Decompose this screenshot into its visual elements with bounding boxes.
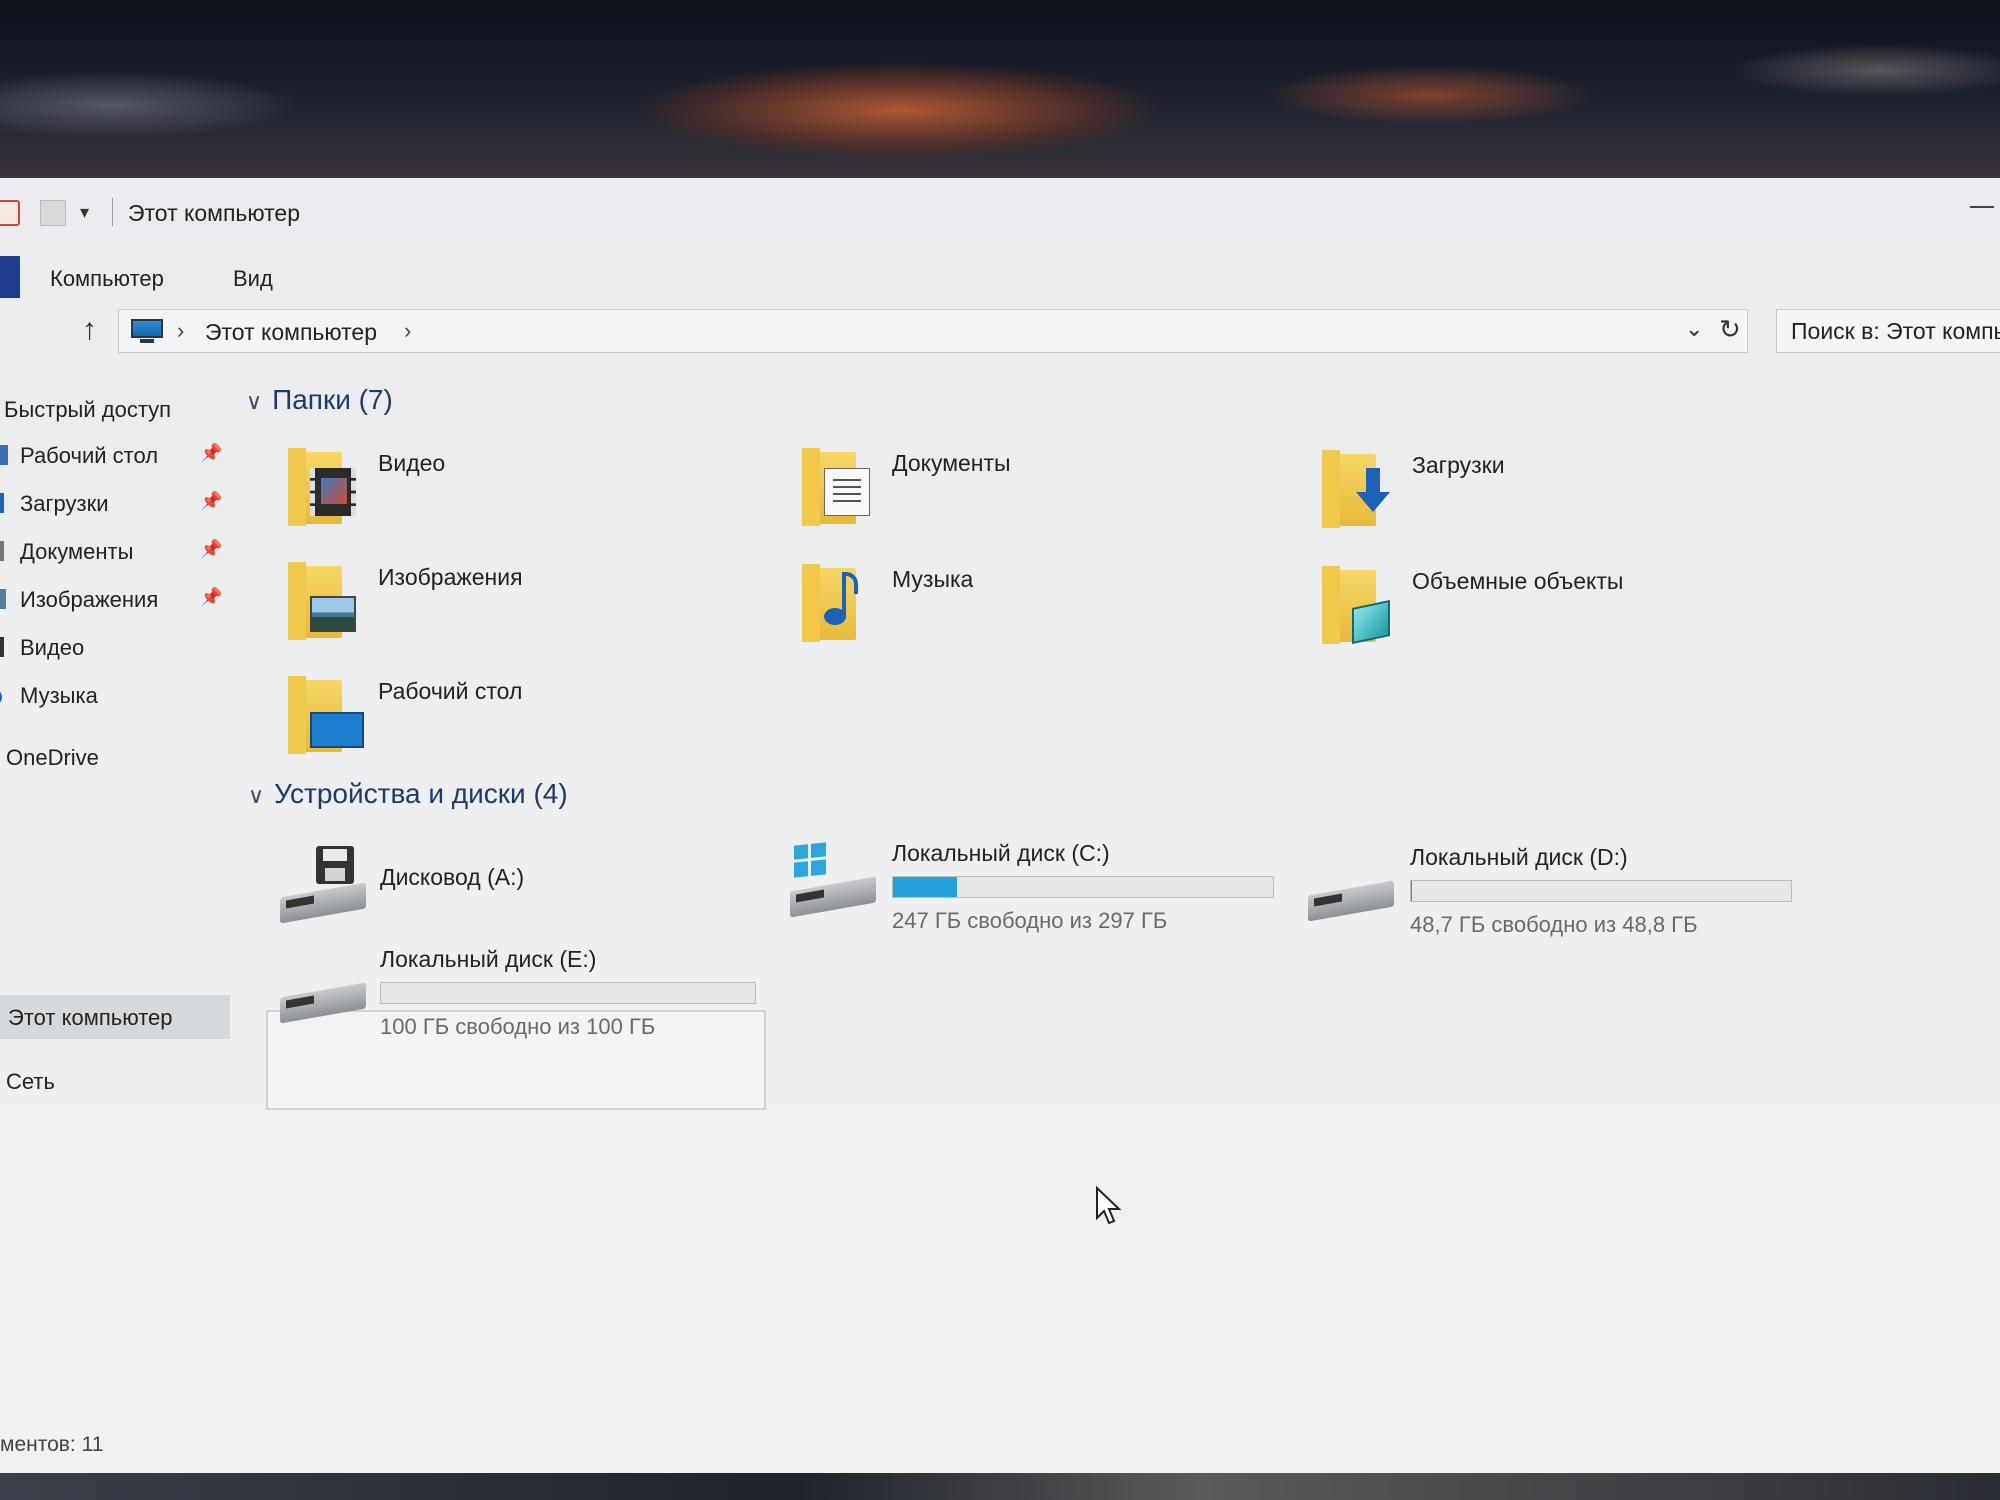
file-explorer-window: ▾ Этот компьютер Компьютер Вид ↑ › Этот … — [0, 178, 2000, 1473]
window-title: Этот компьютер — [128, 200, 300, 226]
address-history-chevron-icon[interactable]: ⌄ — [1685, 316, 1703, 342]
hard-drive-icon — [1308, 880, 1394, 922]
tab-computer[interactable]: Компьютер — [50, 266, 164, 292]
drive-usage-bar — [380, 982, 756, 1004]
folders-group-header[interactable]: ∨ Папки (7) — [246, 384, 393, 416]
sidebar-item-label: Изображения — [20, 587, 159, 612]
desktop-icon — [0, 445, 8, 465]
picture-icon — [0, 589, 6, 609]
floppy-disk-icon — [316, 846, 354, 884]
devices-group-header[interactable]: ∨ Устройства и диски (4) — [248, 778, 568, 810]
sidebar-item-label: Загрузки — [20, 491, 109, 516]
sidebar-quick-access[interactable]: Быстрый доступ — [4, 397, 171, 423]
toolbar-divider — [112, 198, 113, 226]
ribbon-tabs: Компьютер Вид — [0, 248, 2000, 298]
drive-label: Дисковод (A:) — [380, 864, 525, 890]
computer-icon — [131, 319, 163, 343]
folder-label: Объемные объекты — [1412, 568, 1624, 594]
up-arrow-icon[interactable]: ↑ — [82, 313, 97, 347]
music-note-icon — [0, 691, 2, 703]
sidebar-item-label: Видео — [20, 635, 85, 660]
drive-tile-e[interactable]: Локальный диск (E:) 100 ГБ свободно из 1… — [270, 946, 770, 1056]
drive-tile-a[interactable]: Дисковод (A:) — [270, 846, 770, 946]
minimize-button[interactable] — [1970, 206, 1994, 208]
document-icon — [0, 541, 4, 561]
drive-tile-d[interactable]: Локальный диск (D:) 48,7 ГБ свободно из … — [1298, 844, 1818, 954]
title-bar: ▾ Этот компьютер — [0, 178, 2000, 248]
new-folder-icon[interactable] — [40, 200, 66, 226]
navigation-row: ↑ › Этот компьютер › ⌄ ↻ — [0, 303, 2000, 359]
drive-free-space: 48,7 ГБ свободно из 48,8 ГБ — [1410, 912, 1698, 937]
tab-view[interactable]: Вид — [233, 266, 273, 292]
pictures-folder-icon — [288, 560, 360, 640]
breadcrumb-chevron-icon[interactable]: › — [404, 318, 411, 344]
folder-label: Загрузки — [1412, 452, 1505, 478]
customize-toolbar-chevron-icon[interactable]: ▾ — [80, 202, 89, 223]
sidebar-item-onedrive[interactable]: OneDrive — [6, 745, 99, 771]
navigation-pane: Быстрый доступ Рабочий стол 📌 Загрузки 📌… — [0, 373, 240, 1433]
group-title: Устройства и диски (4) — [274, 778, 568, 809]
drive-free-space: 100 ГБ свободно из 100 ГБ — [380, 1014, 656, 1039]
status-bar-item-count: ментов: 11 — [0, 1433, 104, 1456]
chevron-down-icon[interactable]: ∨ — [248, 783, 264, 809]
sidebar-item-network[interactable]: Сеть — [6, 1069, 55, 1095]
search-box[interactable] — [1776, 309, 2000, 353]
search-input[interactable] — [1791, 310, 2000, 352]
group-title: Папки (7) — [272, 384, 393, 415]
drive-usage-bar — [892, 876, 1274, 898]
3d-objects-folder-icon — [1322, 564, 1394, 645]
taskbar-edge — [0, 1473, 2000, 1500]
windows-logo-icon — [794, 842, 826, 878]
sidebar-item-label: Этот компьютер — [8, 1005, 173, 1030]
video-icon — [0, 637, 4, 657]
drive-free-space: 247 ГБ свободно из 297 ГБ — [892, 908, 1168, 933]
chevron-down-icon[interactable]: ∨ — [246, 389, 262, 415]
tab-file[interactable] — [0, 256, 20, 298]
refresh-icon[interactable]: ↻ — [1719, 314, 1741, 345]
sidebar-item-downloads[interactable]: Загрузки 📌 — [0, 483, 230, 523]
downloads-folder-icon — [1322, 448, 1394, 528]
download-icon — [0, 493, 4, 513]
pin-icon: 📌 — [200, 491, 223, 511]
sidebar-item-desktop[interactable]: Рабочий стол 📌 — [0, 435, 230, 475]
folder-label: Видео — [378, 450, 446, 476]
address-bar[interactable]: › Этот компьютер › ⌄ ↻ — [118, 309, 1748, 353]
folder-label: Документы — [892, 450, 1011, 476]
floppy-drive-icon — [280, 882, 366, 924]
drive-usage-bar — [1410, 880, 1792, 902]
sidebar-item-label: Документы — [20, 539, 134, 564]
breadcrumb-this-pc[interactable]: Этот компьютер — [205, 319, 377, 346]
desktop-wallpaper — [0, 0, 2000, 182]
sidebar-item-label: Музыка — [20, 683, 98, 708]
documents-folder-icon — [802, 446, 874, 526]
folder-label: Изображения — [378, 564, 523, 590]
folder-label: Рабочий стол — [378, 678, 523, 704]
sidebar-item-videos[interactable]: Видео — [0, 627, 230, 667]
pin-icon: 📌 — [200, 539, 223, 559]
sidebar-item-label: Рабочий стол — [20, 443, 159, 468]
drive-tile-c[interactable]: Локальный диск (C:) 247 ГБ свободно из 2… — [780, 840, 1280, 950]
drive-label: Локальный диск (E:) — [380, 946, 597, 972]
folder-label: Музыка — [892, 566, 974, 592]
drive-usage-fill — [1411, 881, 1412, 901]
sidebar-item-music[interactable]: Музыка — [0, 675, 230, 715]
breadcrumb-chevron-icon[interactable]: › — [177, 318, 184, 344]
desktop-folder-icon — [288, 674, 364, 754]
properties-icon[interactable] — [0, 200, 20, 226]
sidebar-item-documents[interactable]: Документы 📌 — [0, 531, 230, 571]
pin-icon: 📌 — [200, 587, 223, 607]
video-folder-icon — [288, 446, 360, 526]
drive-usage-fill — [893, 877, 957, 897]
sidebar-item-pictures[interactable]: Изображения 📌 — [0, 579, 230, 619]
drive-label: Локальный диск (C:) — [892, 840, 1110, 866]
hard-drive-icon — [280, 982, 366, 1024]
sidebar-item-this-pc[interactable]: Этот компьютер — [0, 995, 230, 1039]
system-drive-icon — [790, 876, 876, 918]
music-folder-icon — [802, 562, 874, 642]
drive-label: Локальный диск (D:) — [1410, 844, 1628, 870]
pin-icon: 📌 — [200, 443, 223, 463]
